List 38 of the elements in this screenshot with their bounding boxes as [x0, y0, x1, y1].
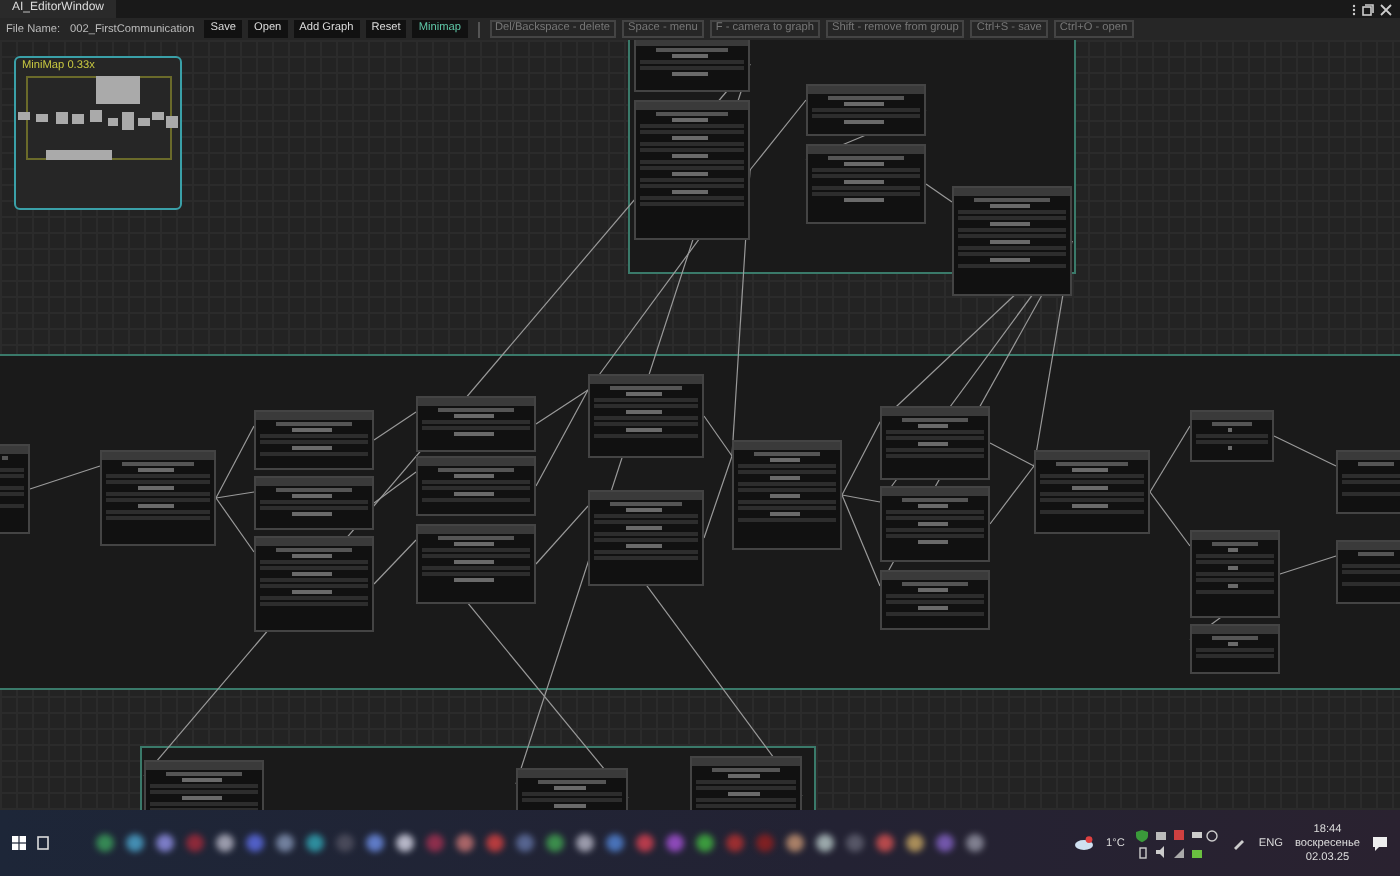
- graph-node[interactable]: [416, 396, 536, 452]
- graph-node[interactable]: [254, 410, 374, 470]
- connection-wire: [1273, 435, 1337, 467]
- close-icon[interactable]: [1380, 3, 1392, 15]
- graph-node[interactable]: [1034, 450, 1150, 534]
- graph-node[interactable]: [880, 406, 990, 480]
- graph-node[interactable]: [416, 456, 536, 516]
- graph-node[interactable]: [952, 186, 1072, 296]
- graph-node[interactable]: [634, 100, 750, 240]
- connection-wire: [1149, 491, 1191, 547]
- graph-node[interactable]: [254, 476, 374, 530]
- graph-node[interactable]: [588, 374, 704, 458]
- tray-icons-drawing[interactable]: [1136, 827, 1221, 859]
- connection-wire: [29, 465, 101, 490]
- graph-node[interactable]: [1336, 450, 1400, 514]
- graph-node[interactable]: [1190, 624, 1280, 674]
- task-view-icon[interactable]: [36, 836, 50, 850]
- connection-wire: [1149, 425, 1191, 493]
- graph-node[interactable]: [254, 536, 374, 632]
- graph-node[interactable]: [1190, 530, 1280, 618]
- graph-node[interactable]: [634, 40, 750, 92]
- graph-node[interactable]: [1336, 540, 1400, 604]
- weather-cloud-icon[interactable]: [1073, 836, 1094, 850]
- notification-icon[interactable]: [1372, 835, 1388, 851]
- graph-node[interactable]: [806, 84, 926, 136]
- restore-icon[interactable]: [1362, 3, 1374, 15]
- graph-node[interactable]: [880, 570, 990, 630]
- graph-node[interactable]: [806, 144, 926, 224]
- pen-icon[interactable]: [1232, 836, 1247, 850]
- graph-node[interactable]: [516, 768, 628, 810]
- graph-node[interactable]: [588, 490, 704, 586]
- graph-node[interactable]: [416, 524, 536, 604]
- connection-wire: [925, 183, 953, 203]
- start-icon[interactable]: [12, 836, 26, 850]
- graph-node[interactable]: [1190, 410, 1274, 462]
- graph-node[interactable]: [732, 440, 842, 550]
- graph-node[interactable]: [100, 450, 216, 546]
- graph-node[interactable]: [880, 486, 990, 562]
